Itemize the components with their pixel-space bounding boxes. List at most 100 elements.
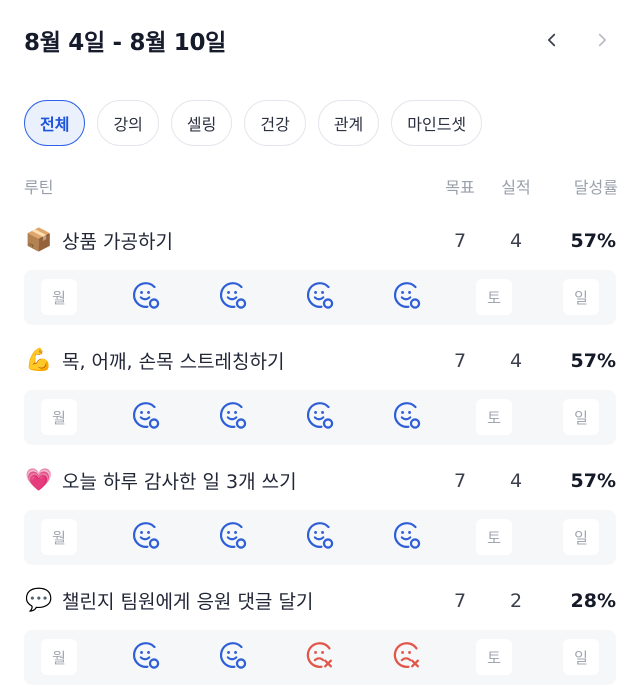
day-label: 토: [476, 639, 512, 675]
next-week-button[interactable]: [588, 26, 616, 54]
day-cell-done[interactable]: [388, 398, 426, 436]
day-cell-empty[interactable]: 일: [562, 638, 600, 676]
routine-rate: 57%: [570, 350, 616, 372]
day-cell-empty[interactable]: 토: [475, 278, 513, 316]
day-cell-empty[interactable]: 토: [475, 398, 513, 436]
day-label: 월: [41, 639, 77, 675]
day-cell-done[interactable]: [127, 518, 165, 556]
smile-check-icon: [129, 518, 163, 556]
weekday-strip: 월토일: [24, 390, 616, 445]
routine-goal: 7: [453, 350, 467, 372]
column-rate: 달성률: [573, 178, 618, 197]
filter-chip-relationship[interactable]: 관계: [317, 100, 380, 146]
day-cell-done[interactable]: [214, 398, 252, 436]
day-cell-done[interactable]: [301, 278, 339, 316]
routine-title: 📦 상품 가공하기: [24, 227, 173, 254]
weekday-strip: 월토일: [24, 630, 616, 685]
day-cell-empty[interactable]: 토: [475, 638, 513, 676]
filter-chip-selling[interactable]: 셀링: [170, 100, 233, 146]
table-header: 루틴 목표 실적 달성률: [24, 172, 618, 200]
routine-summary: 💗 오늘 하루 감사한 일 3개 쓰기 7 4 57%: [24, 458, 616, 502]
day-cell-done[interactable]: [214, 638, 252, 676]
day-cell-done[interactable]: [388, 278, 426, 316]
day-cell-done[interactable]: [301, 398, 339, 436]
weekday-strip: 월토일: [24, 510, 616, 565]
routine-rate: 57%: [570, 230, 616, 252]
day-label: 토: [476, 399, 512, 435]
day-cell-missed[interactable]: [388, 638, 426, 676]
column-goal: 목표: [445, 178, 475, 197]
day-label: 월: [41, 279, 77, 315]
weekday-strip: 월토일: [24, 270, 616, 325]
routine-summary: 💪 목, 어깨, 손목 스트레칭하기 7 4 57%: [24, 338, 616, 382]
smile-check-icon: [216, 398, 250, 436]
day-cell-empty[interactable]: 일: [562, 518, 600, 556]
day-label: 일: [563, 399, 599, 435]
routine-row[interactable]: 💬 챌린지 팀원에게 응원 댓글 달기 7 2 28% 월 토 일: [24, 578, 616, 688]
week-title: 8월 4일 - 8월 10일: [24, 30, 227, 56]
routine-goal: 7: [453, 230, 467, 252]
sad-x-icon: [390, 638, 424, 676]
routine-title: 💗 오늘 하루 감사한 일 3개 쓰기: [24, 467, 297, 494]
day-cell-done[interactable]: [214, 518, 252, 556]
routine-emoji-icon: 💬: [25, 587, 53, 613]
smile-check-icon: [129, 638, 163, 676]
routine-row[interactable]: 💗 오늘 하루 감사한 일 3개 쓰기 7 4 57% 월 토 일: [24, 458, 616, 568]
filter-chip-health[interactable]: 건강: [244, 100, 306, 146]
routine-title: 💬 챌린지 팀원에게 응원 댓글 달기: [24, 587, 313, 614]
smile-check-icon: [390, 278, 424, 316]
routine-name: 챌린지 팀원에게 응원 댓글 달기: [62, 590, 314, 613]
column-actual: 실적: [501, 178, 531, 197]
routine-emoji-icon: 💗: [25, 467, 53, 493]
sad-x-icon: [303, 638, 337, 676]
day-cell-done[interactable]: [127, 278, 165, 316]
week-nav: [538, 26, 616, 54]
day-cell-done[interactable]: [214, 278, 252, 316]
routine-rate: 57%: [570, 470, 616, 492]
day-label: 월: [41, 519, 77, 555]
routine-row[interactable]: 💪 목, 어깨, 손목 스트레칭하기 7 4 57% 월 토 일: [24, 338, 616, 448]
smile-check-icon: [216, 518, 250, 556]
day-cell-empty[interactable]: 토: [475, 518, 513, 556]
filter-chip-lecture[interactable]: 강의: [97, 100, 159, 146]
day-label: 월: [41, 399, 77, 435]
day-cell-done[interactable]: [388, 518, 426, 556]
chevron-right-icon: [598, 33, 607, 47]
day-label: 일: [563, 519, 599, 555]
day-label: 일: [563, 639, 599, 675]
smile-check-icon: [129, 278, 163, 316]
routine-rate: 28%: [570, 590, 616, 612]
routine-emoji-icon: 📦: [25, 227, 53, 253]
routine-goal: 7: [453, 470, 467, 492]
day-cell-empty[interactable]: 일: [562, 278, 600, 316]
day-cell-done[interactable]: [127, 638, 165, 676]
smile-check-icon: [129, 398, 163, 436]
day-cell-done[interactable]: [301, 518, 339, 556]
day-label: 토: [476, 279, 512, 315]
day-cell-empty[interactable]: 월: [40, 638, 78, 676]
day-cell-empty[interactable]: 월: [40, 398, 78, 436]
routine-name: 오늘 하루 감사한 일 3개 쓰기: [62, 470, 297, 493]
routine-emoji-icon: 💪: [25, 347, 53, 373]
smile-check-icon: [303, 398, 337, 436]
smile-check-icon: [303, 278, 337, 316]
routine-title: 💪 목, 어깨, 손목 스트레칭하기: [24, 347, 284, 374]
smile-check-icon: [390, 398, 424, 436]
day-cell-missed[interactable]: [301, 638, 339, 676]
day-cell-empty[interactable]: 월: [40, 518, 78, 556]
filter-chip-mindset[interactable]: 마인드셋: [391, 100, 483, 146]
prev-week-button[interactable]: [538, 26, 566, 54]
routine-row[interactable]: 📦 상품 가공하기 7 4 57% 월 토 일: [24, 218, 616, 328]
category-filters: 전체 강의 셀링 건강 관계 마인드셋: [24, 100, 483, 146]
day-label: 일: [563, 279, 599, 315]
day-cell-done[interactable]: [127, 398, 165, 436]
day-cell-empty[interactable]: 월: [40, 278, 78, 316]
smile-check-icon: [216, 278, 250, 316]
routine-name: 목, 어깨, 손목 스트레칭하기: [62, 350, 285, 373]
smile-check-icon: [303, 518, 337, 556]
smile-check-icon: [216, 638, 250, 676]
filter-chip-all[interactable]: 전체: [24, 100, 86, 146]
day-cell-empty[interactable]: 일: [562, 398, 600, 436]
routine-summary: 💬 챌린지 팀원에게 응원 댓글 달기 7 2 28%: [24, 578, 616, 622]
week-header: 8월 4일 - 8월 10일: [24, 18, 616, 62]
